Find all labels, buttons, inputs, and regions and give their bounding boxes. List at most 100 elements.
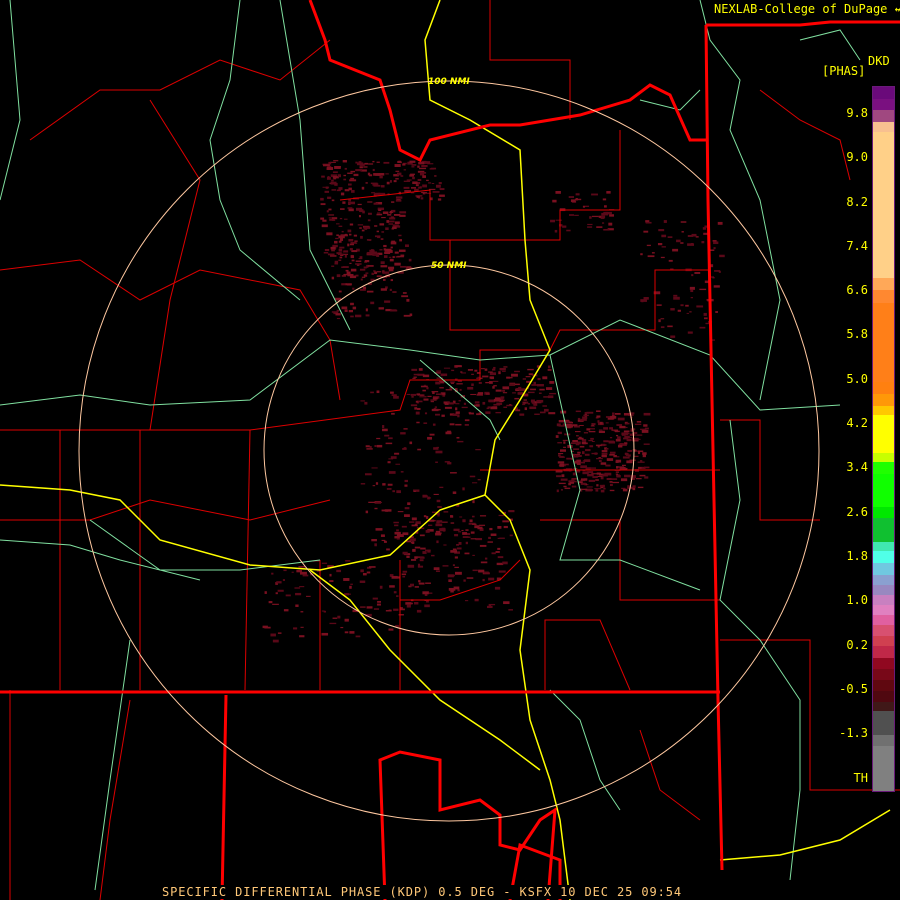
county-line — [99, 699, 131, 900]
echo-pixel — [444, 403, 449, 405]
echo-pixel — [376, 213, 383, 216]
echo-pixel — [556, 475, 562, 478]
echo-pixel — [522, 403, 526, 406]
echo-pixel — [473, 404, 478, 407]
echo-pixel — [489, 381, 493, 384]
echo-pixel — [277, 589, 284, 592]
echo-pixel — [634, 423, 642, 426]
echo-pixel — [372, 168, 375, 172]
echo-pixel — [363, 166, 368, 168]
echo-pixel — [391, 412, 395, 415]
echo-pixel — [418, 161, 425, 165]
echo-pixel — [527, 391, 535, 394]
echo-pixel — [589, 428, 595, 430]
echo-pixel — [344, 593, 349, 596]
echo-pixel — [490, 533, 497, 536]
echo-pixel — [450, 589, 454, 593]
echo-pixel — [418, 368, 423, 371]
echo-pixel — [372, 254, 377, 256]
echo-pixel — [580, 461, 586, 464]
color-swatch — [873, 669, 894, 680]
echo-pixel — [411, 517, 417, 521]
echo-pixel — [558, 482, 566, 485]
echo-pixel — [349, 223, 354, 226]
echo-pixel — [405, 602, 412, 605]
echo-pixel — [359, 256, 363, 260]
echo-pixel — [464, 419, 470, 422]
echo-pixel — [368, 212, 372, 215]
echo-pixel — [417, 448, 422, 451]
echo-pixel — [691, 233, 697, 237]
echo-pixel — [388, 266, 395, 270]
echo-pixel — [615, 471, 619, 473]
echo-pixel — [632, 485, 636, 488]
color-swatch — [873, 302, 894, 383]
color-swatch — [873, 394, 894, 406]
echo-pixel — [458, 531, 462, 533]
echo-pixel — [640, 253, 643, 256]
echo-pixel — [392, 309, 398, 312]
echo-pixel — [351, 189, 355, 193]
echo-pixel — [414, 586, 419, 588]
highway — [279, 0, 351, 331]
echo-pixel — [558, 419, 565, 423]
echo-pixel — [558, 453, 564, 455]
echo-pixel — [342, 253, 349, 255]
highway — [209, 0, 301, 301]
echo-pixel — [364, 260, 370, 263]
echo-pixel — [436, 370, 442, 372]
echo-pixel — [336, 569, 342, 573]
echo-pixel — [453, 586, 460, 590]
echo-pixel — [559, 463, 565, 467]
echo-pixel — [547, 369, 552, 371]
echo-pixel — [596, 415, 601, 418]
echo-pixel — [580, 465, 588, 469]
echo-pixel — [295, 604, 299, 607]
echo-pixel — [574, 460, 579, 464]
echo-pixel — [411, 166, 415, 168]
echo-pixel — [422, 551, 427, 554]
echo-pixel — [426, 600, 429, 603]
echo-pixel — [482, 578, 485, 582]
echo-pixel — [432, 423, 436, 426]
echo-pixel — [467, 369, 473, 371]
echo-pixel — [620, 478, 628, 482]
echo-pixel — [338, 225, 343, 227]
echo-pixel — [454, 365, 462, 367]
echo-pixel — [352, 287, 355, 290]
echo-pixel — [464, 600, 469, 602]
echo-pixel — [350, 255, 355, 259]
echo-pixel — [343, 178, 347, 181]
echo-pixel — [302, 574, 309, 577]
echo-pixel — [396, 529, 399, 532]
echo-pixel — [482, 375, 489, 378]
echo-pixel — [474, 401, 480, 404]
echo-pixel — [372, 485, 376, 487]
echo-pixel — [642, 454, 646, 458]
echo-pixel — [450, 381, 455, 383]
echo-pixel — [643, 230, 649, 233]
echo-pixel — [300, 611, 304, 613]
echo-pixel — [574, 198, 582, 201]
echo-pixel — [416, 421, 420, 424]
echo-pixel — [333, 160, 339, 162]
echo-pixel — [489, 372, 497, 376]
echo-pixel — [641, 467, 646, 469]
echo-pixel — [409, 313, 413, 317]
echo-pixel — [493, 366, 496, 369]
echo-pixel — [360, 235, 363, 239]
echo-pixel — [380, 265, 388, 268]
echo-pixel — [368, 501, 376, 504]
echo-pixel — [381, 539, 386, 542]
echo-pixel — [512, 392, 516, 394]
echo-pixel — [554, 229, 558, 233]
echo-pixel — [705, 322, 710, 325]
echo-pixel — [381, 231, 385, 233]
echo-pixel — [636, 438, 641, 440]
color-swatch — [873, 415, 894, 453]
echo-pixel — [359, 227, 362, 229]
echo-pixel — [441, 414, 445, 417]
echo-pixel — [323, 164, 330, 167]
echo-pixel — [378, 307, 384, 310]
radar-echoes — [262, 160, 725, 643]
